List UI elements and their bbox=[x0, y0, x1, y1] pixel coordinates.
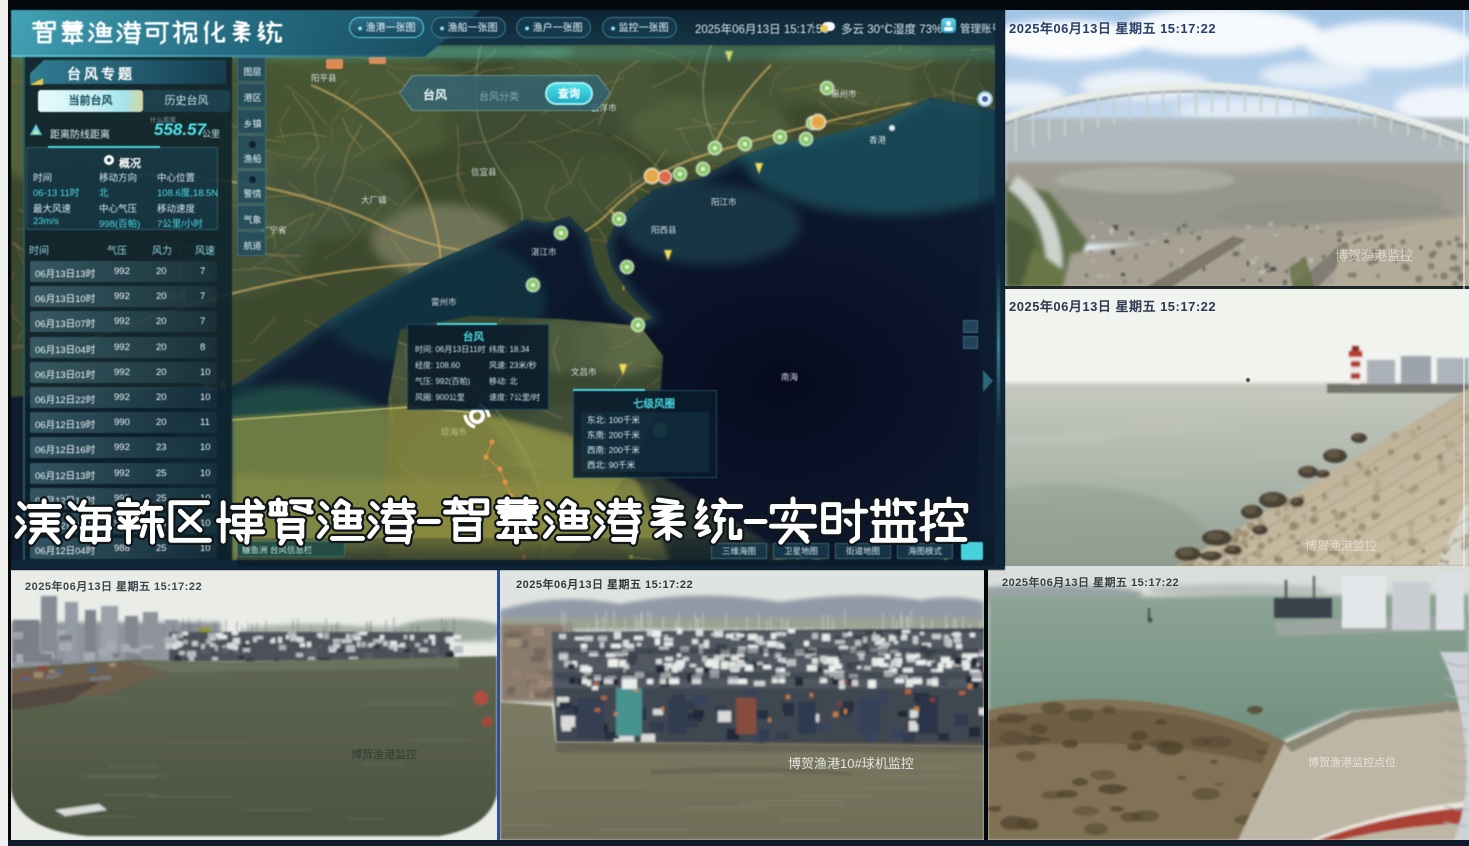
svg-text:南海: 南海 bbox=[781, 372, 799, 382]
svg-text:博贺渔港监控点位: 博贺渔港监控点位 bbox=[1308, 755, 1396, 769]
svg-text:大厂镇: 大厂镇 bbox=[361, 195, 387, 205]
svg-text:博贺渔港监控: 博贺渔港监控 bbox=[1305, 538, 1377, 553]
svg-text:信宜县: 信宜县 bbox=[471, 167, 497, 177]
svg-text:阳江市: 阳江市 bbox=[711, 197, 737, 207]
svg-text:博贺渔港监控: 博贺渔港监控 bbox=[1335, 248, 1413, 263]
svg-text:阳西县: 阳西县 bbox=[651, 225, 677, 235]
svg-text:湛江市: 湛江市 bbox=[531, 247, 557, 257]
svg-text:文昌市: 文昌市 bbox=[571, 367, 597, 377]
svg-text:博贺渔港监控: 博贺渔港监控 bbox=[351, 747, 417, 761]
svg-text:阳平县: 阳平县 bbox=[311, 73, 337, 83]
svg-text:惠州市: 惠州市 bbox=[831, 89, 857, 99]
svg-text:雷州市: 雷州市 bbox=[431, 297, 457, 307]
svg-text:博贺渔港10#球机监控: 博贺渔港10#球机监控 bbox=[788, 756, 914, 771]
svg-text:香港: 香港 bbox=[869, 135, 887, 145]
